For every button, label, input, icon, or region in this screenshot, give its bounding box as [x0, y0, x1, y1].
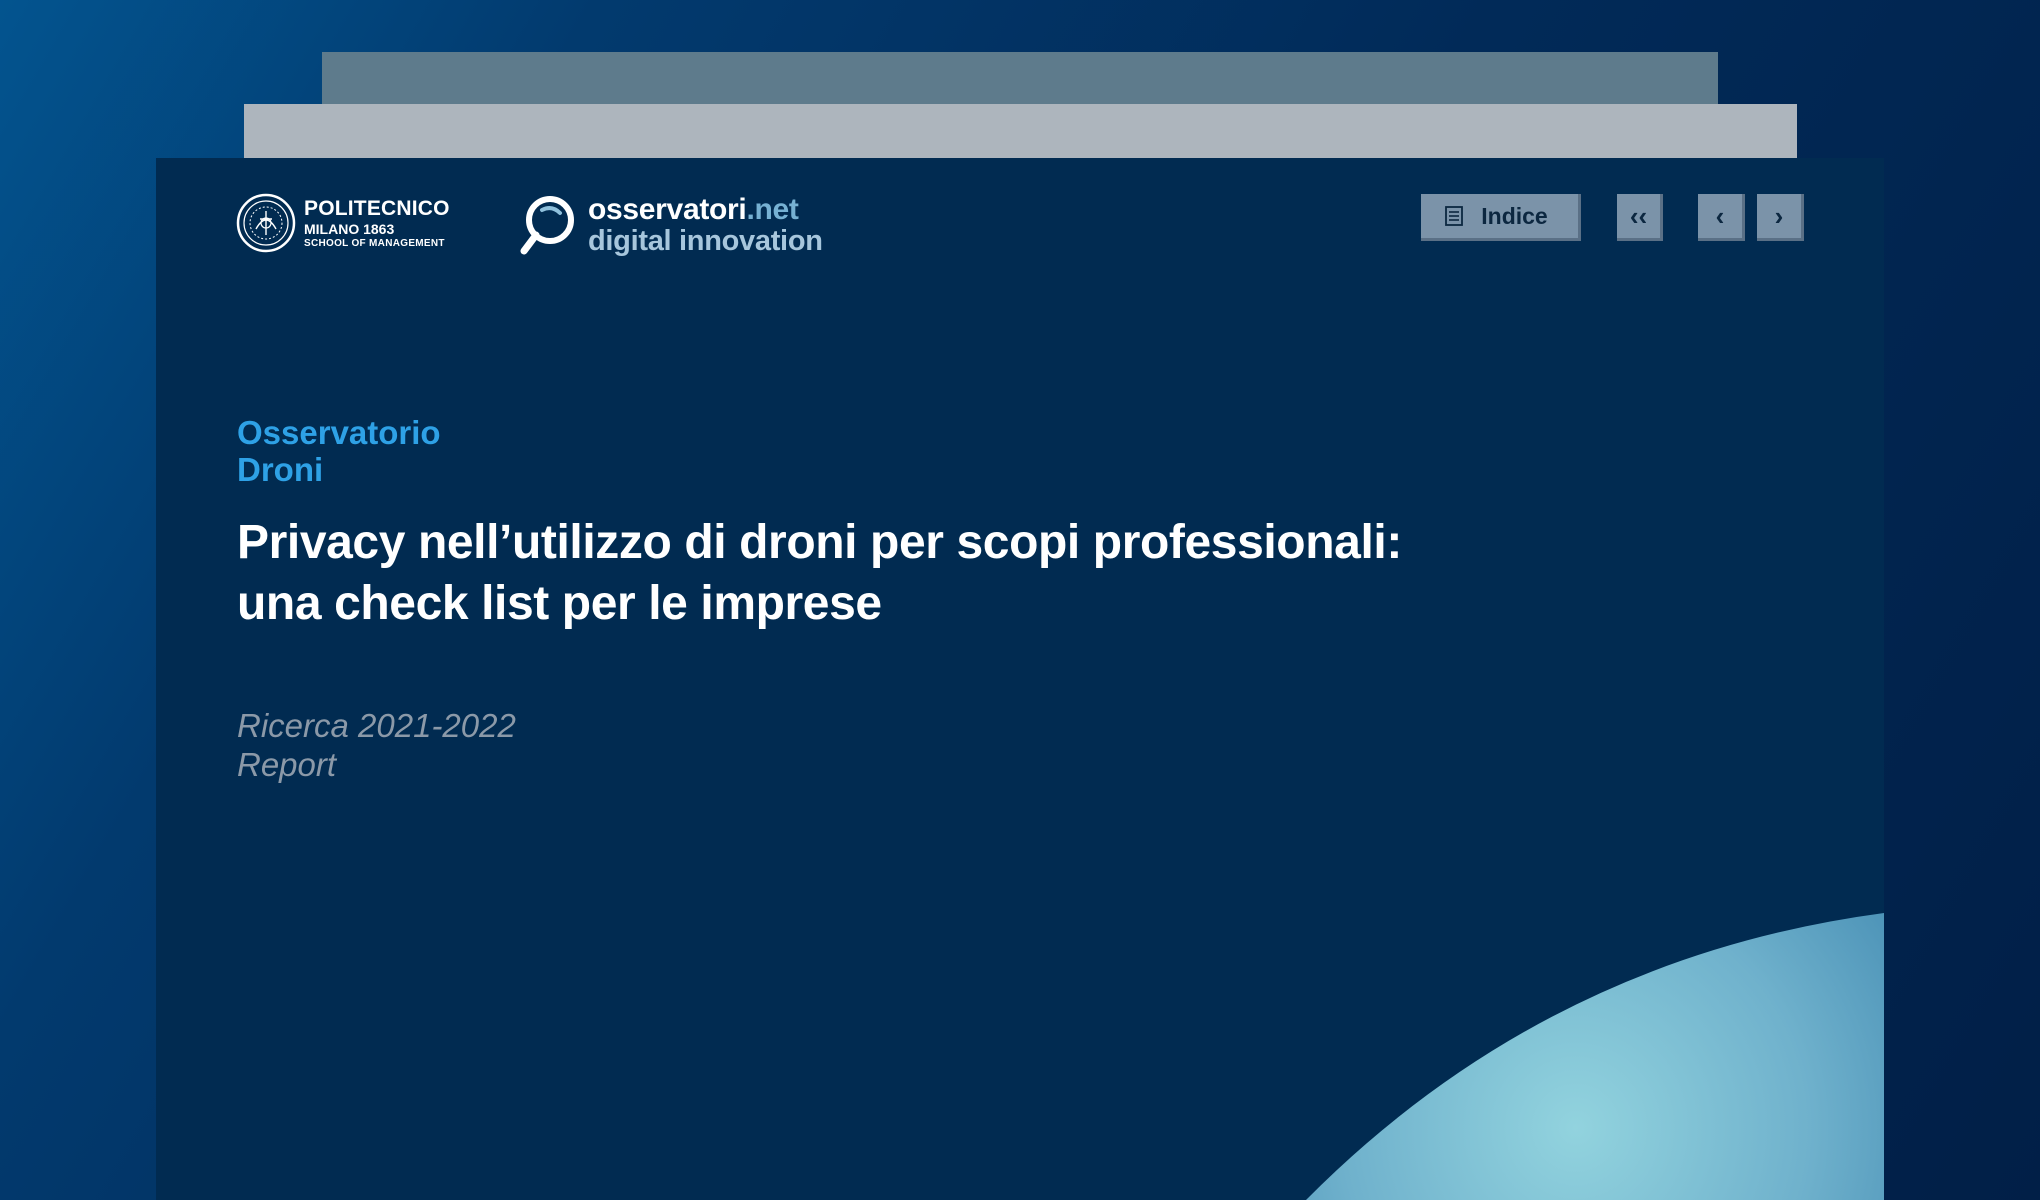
report-cover-page: POLITECNICO MILANO 1863 SCHOOL OF MANAGE…	[156, 158, 1884, 1200]
next-page-button[interactable]: ›	[1757, 194, 1804, 241]
report-meta: Ricerca 2021-2022 Report	[237, 706, 516, 784]
polimi-city: MILANO 1863	[304, 220, 395, 237]
research-period: Ricerca 2021-2022	[237, 707, 516, 744]
list-icon	[1445, 206, 1464, 226]
indice-label: Indice	[1481, 202, 1548, 229]
magnifier-icon	[520, 196, 574, 255]
observatory-name: Osservatorio Droni	[237, 414, 441, 488]
double-chevron-left-icon: ‹‹	[1629, 201, 1648, 231]
osservatori-suffix: .net	[746, 192, 799, 226]
chevron-left-icon: ‹	[1715, 201, 1725, 231]
document-type: Report	[237, 746, 337, 783]
report-title-line-1: Privacy nell’utilizzo di droni per scopi…	[237, 516, 1402, 569]
previous-page-button[interactable]: ‹	[1698, 194, 1745, 241]
observatory-line-1: Osservatorio	[237, 414, 441, 451]
observatory-line-2: Droni	[237, 451, 324, 488]
page-stack-middle	[244, 104, 1797, 160]
first-page-button[interactable]: ‹‹	[1617, 194, 1663, 241]
osservatori-logo: osservatori.net digital innovation	[518, 192, 823, 258]
report-title: Privacy nell’utilizzo di droni per scopi…	[237, 512, 1797, 634]
decorative-arc	[1306, 913, 1884, 1200]
polimi-school: SCHOOL OF MANAGEMENT	[304, 237, 445, 249]
indice-button[interactable]: Indice	[1421, 194, 1581, 241]
page-stack-back	[322, 52, 1718, 112]
report-title-line-2: una check list per le imprese	[237, 577, 882, 630]
polimi-name: POLITECNICO	[304, 196, 450, 220]
osservatori-brand: osservatori	[588, 192, 747, 226]
chevron-right-icon: ›	[1774, 201, 1784, 231]
seal-icon	[236, 193, 296, 253]
osservatori-tagline: digital innovation	[588, 224, 823, 257]
politecnico-logo: POLITECNICO MILANO 1863 SCHOOL OF MANAGE…	[236, 192, 450, 254]
